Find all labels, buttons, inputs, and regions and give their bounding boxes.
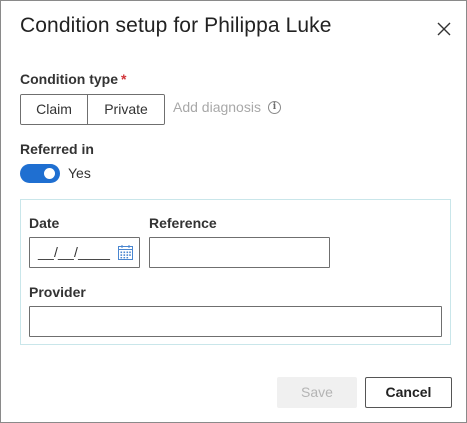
date-input-value: __/__/____ — [38, 244, 111, 260]
condition-setup-dialog: Condition setup for Philippa Luke Condit… — [0, 0, 467, 423]
provider-input[interactable] — [29, 306, 442, 337]
add-diagnosis-label: Add diagnosis — [173, 99, 261, 115]
toggle-knob — [44, 168, 55, 179]
referred-in-label: Referred in — [20, 141, 94, 157]
info-icon[interactable]: i — [267, 100, 281, 114]
referred-in-toggle[interactable] — [20, 164, 60, 183]
condition-type-label: Condition type * — [20, 71, 126, 87]
reference-input[interactable] — [149, 237, 330, 268]
referred-in-toggle-text: Yes — [68, 165, 91, 181]
cancel-button[interactable]: Cancel — [365, 377, 452, 408]
condition-type-private-button[interactable]: Private — [88, 95, 164, 124]
add-diagnosis-link[interactable]: Add diagnosis i — [173, 99, 281, 115]
dialog-title: Condition setup for Philippa Luke — [20, 14, 332, 37]
calendar-icon[interactable] — [117, 244, 134, 261]
date-input[interactable]: __/__/____ — [29, 237, 140, 268]
date-label: Date — [29, 215, 60, 231]
condition-type-selector: Claim Private — [20, 94, 165, 125]
save-button[interactable]: Save — [277, 377, 357, 408]
required-marker: * — [121, 71, 127, 87]
condition-type-label-text: Condition type — [20, 71, 118, 87]
close-button[interactable] — [434, 19, 454, 39]
close-icon — [437, 22, 451, 36]
reference-label: Reference — [149, 215, 217, 231]
condition-type-claim-button[interactable]: Claim — [21, 95, 88, 124]
provider-label: Provider — [29, 284, 86, 300]
